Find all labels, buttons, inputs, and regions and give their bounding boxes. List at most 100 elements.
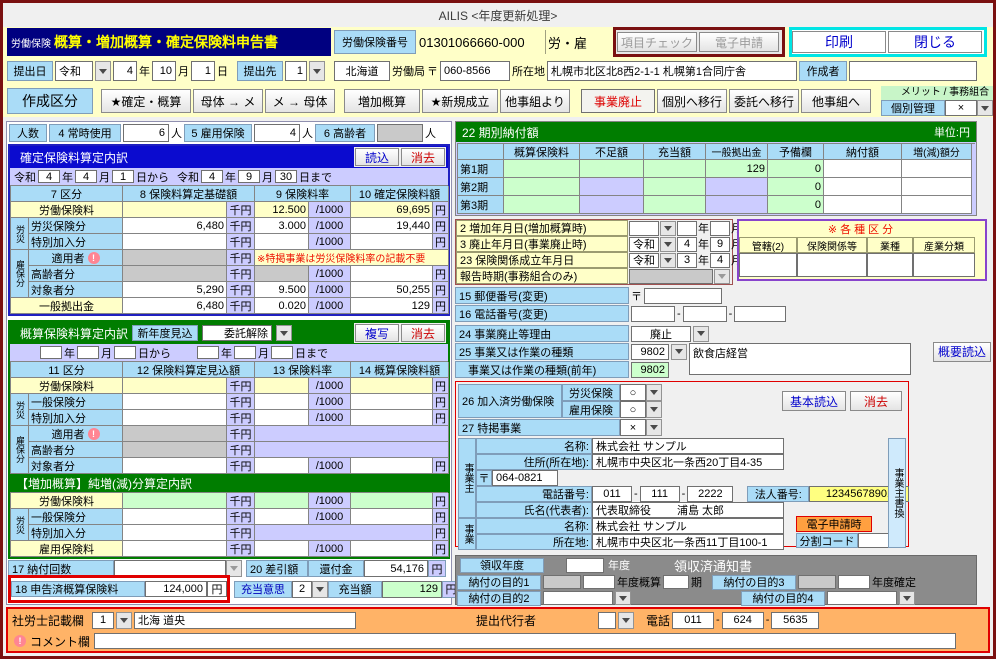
seiritsu-era-select[interactable]: 令和 (629, 252, 659, 268)
shinki-seiritsu-button[interactable]: ★新規成立 (422, 89, 498, 113)
cell-amt[interactable] (351, 541, 433, 557)
sagyou-shurui-code[interactable]: 9802 (631, 343, 669, 360)
juto-ishi-value[interactable]: 2 (292, 580, 312, 598)
koyou-hoken-dropdown[interactable] (646, 401, 662, 418)
owner-tel1[interactable]: 011 (592, 486, 632, 502)
kakutei-from-month[interactable]: 4 (75, 170, 97, 183)
submit-year-field[interactable]: 4 (113, 61, 137, 81)
denwa-henkou-3[interactable] (734, 305, 787, 322)
owner-tel3[interactable]: 2222 (687, 486, 734, 502)
koyou-hoken-value[interactable]: ○ (620, 401, 646, 418)
nofu-mokuteki3-f2[interactable] (838, 575, 870, 589)
gaiyou-yomikomi-button[interactable]: 概要読込 (933, 341, 991, 362)
sangyo-bunrui-field[interactable] (913, 253, 975, 277)
cell-base[interactable]: 5,290 (123, 282, 227, 298)
kakutei-to-month[interactable]: 9 (238, 170, 260, 183)
kobetsu-ikou-button[interactable]: 個別へ移行 (657, 89, 727, 113)
submit-month-field[interactable]: 10 (152, 61, 176, 81)
sagyou-shurui-dropdown[interactable] (671, 343, 687, 360)
e-apply-button[interactable]: 電子申請 (699, 32, 779, 52)
print-button[interactable]: 印刷 (792, 31, 886, 53)
me-to-botai-button[interactable]: メ → 母体 (265, 89, 335, 113)
cell-amt[interactable]: 50,255 (351, 282, 433, 298)
itaku-kaijo-dropdown[interactable] (276, 325, 293, 341)
cell-amt[interactable] (351, 266, 433, 282)
cell-rate[interactable]: 9.500 (255, 282, 309, 298)
juto-ishi-dropdown[interactable] (312, 580, 328, 598)
nofu-mokuteki2-dropdown[interactable] (615, 591, 631, 605)
nofu-mokuteki2-field[interactable] (543, 591, 613, 605)
tajikumi-he-button[interactable]: 他事組へ (801, 89, 871, 113)
haishi-riyu-dropdown[interactable] (693, 325, 709, 342)
cell-amt[interactable] (351, 410, 433, 426)
seiritsu-era-dropdown[interactable] (660, 252, 676, 268)
cell-amt[interactable] (351, 394, 433, 410)
bureau-postal-field[interactable]: 060-8566 (440, 61, 510, 81)
cell-rate[interactable] (255, 541, 309, 557)
gaisan-from-month[interactable] (77, 346, 99, 359)
kakutei-read-button[interactable]: 読込 (355, 148, 399, 166)
cell-zougen[interactable] (902, 196, 972, 214)
cell-nofu[interactable] (824, 196, 902, 214)
cell-base[interactable] (123, 394, 227, 410)
sharoushi-num-select[interactable]: 1 (92, 611, 115, 629)
tajikumi-yori-button[interactable]: 他事組より (500, 89, 570, 113)
submit-day-field[interactable]: 1 (191, 61, 215, 81)
cell-rate[interactable] (255, 509, 309, 525)
gyoshu-field[interactable] (867, 253, 913, 277)
haishi-era-dropdown[interactable] (660, 236, 676, 252)
tokkei-jigyou-value[interactable]: × (620, 419, 646, 436)
cell-rate[interactable] (255, 394, 309, 410)
nofu-mokuteki4-field[interactable] (827, 591, 897, 605)
submit-era-select[interactable]: 令和 (55, 61, 93, 81)
site-addr-field[interactable]: 札幌市中央区北一条西11丁目100-1 (592, 534, 784, 550)
cell-base[interactable]: 6,480 (123, 218, 227, 234)
submit-dest-dropdown[interactable] (309, 61, 325, 81)
cell-base[interactable]: 6,480 (123, 298, 227, 314)
tel1-field[interactable]: 011 (672, 611, 715, 629)
cell-rate[interactable]: 0.020 (255, 298, 309, 314)
seiritsu-month[interactable]: 4 (710, 252, 730, 268)
shinkokuzumi-value[interactable]: 124,000 (145, 581, 207, 597)
zouka-era-select[interactable] (629, 220, 659, 236)
cell-amt[interactable]: 129 (351, 298, 433, 314)
cell-amt[interactable] (351, 234, 433, 250)
tokkei-jigyou-dropdown[interactable] (646, 419, 662, 436)
cell-zougen[interactable] (902, 178, 972, 196)
kobetsu-kanri-value[interactable]: × (945, 100, 977, 116)
kihon-yomikomi-button[interactable]: 基本読込 (782, 391, 846, 411)
prefecture-field[interactable]: 北海道 (334, 61, 390, 81)
daikou-field[interactable] (598, 611, 617, 629)
joji-shiyou-field[interactable]: 6 (123, 124, 169, 142)
sharoushi-name-field[interactable]: 北海 道央 (134, 611, 357, 629)
sharoushi-num-dropdown[interactable] (116, 611, 133, 629)
bureau-address-field[interactable]: 札幌市北区北8西2-1-1 札幌第1合同庁舎 (547, 61, 797, 81)
haishi-month[interactable]: 9 (710, 236, 730, 252)
zouka-gaisan-button[interactable]: 増加概算 (344, 89, 420, 113)
daikou-dropdown[interactable] (618, 611, 635, 629)
gaisan-from-year[interactable] (40, 346, 62, 359)
cell-rate[interactable]: 3.000 (255, 218, 309, 234)
kakutei-gaisan-button[interactable]: ★確定・概算 (101, 89, 191, 113)
kakutei-from-year[interactable]: 4 (38, 170, 60, 183)
haishi-riyu-value[interactable]: 廃止 (631, 325, 691, 342)
gaisan-to-year[interactable] (197, 346, 219, 359)
botai-to-me-button[interactable]: 母体 → メ (193, 89, 263, 113)
rousai-hoken-value[interactable]: ○ (620, 384, 646, 401)
haishi-era-select[interactable]: 令和 (629, 236, 659, 252)
cell-amt[interactable] (351, 458, 433, 474)
kobetsu-kanri-dropdown[interactable] (977, 100, 993, 116)
zouka-month[interactable] (710, 220, 730, 236)
koyou-hoken-field[interactable]: 4 (254, 124, 300, 142)
owner-postal-field[interactable]: 064-0821 (492, 470, 558, 486)
item-check-button[interactable]: 項目チェック (617, 32, 697, 52)
cell-nofu[interactable] (824, 160, 902, 178)
cell-base[interactable] (123, 541, 227, 557)
hoken-kankei-field[interactable] (797, 253, 867, 277)
cell-base[interactable] (123, 410, 227, 426)
site-name-field[interactable]: 株式会社 サンプル (592, 518, 784, 534)
owner-addr-field[interactable]: 札幌市中央区北一条西20丁目4-35 (592, 454, 784, 470)
cell-nofu[interactable] (824, 178, 902, 196)
nofu-mokuteki4-dropdown[interactable] (899, 591, 915, 605)
seiritsu-year[interactable]: 3 (677, 252, 697, 268)
